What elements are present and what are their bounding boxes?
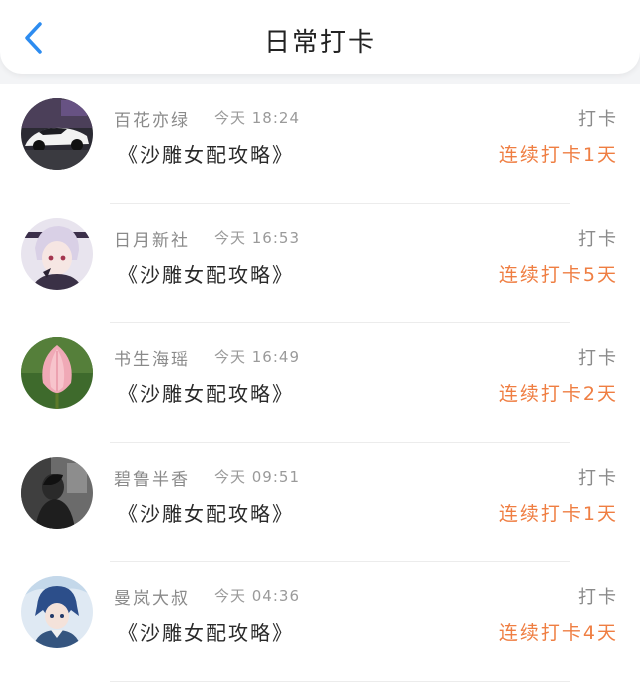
list-item[interactable]: 碧鲁半香 今天 09:51 《沙雕女配攻略》 打卡 连续打卡1天 [0, 442, 640, 562]
user-name: 书生海瑶 [114, 350, 190, 370]
anime-blue-hair-avatar[interactable] [21, 576, 93, 648]
user-name: 碧鲁半香 [114, 469, 190, 490]
user-name: 曼岚大叔 [114, 589, 190, 609]
book-title: 《沙雕女配攻略》 [118, 382, 294, 406]
checkin-button[interactable]: 打卡 [578, 105, 618, 131]
checkin-button[interactable]: 打卡 [578, 464, 618, 490]
list-item[interactable]: 日月新社 今天 16:53 《沙雕女配攻略》 打卡 连续打卡5天 [0, 203, 640, 323]
list-item[interactable]: 百花亦绿 今天 18:24 《沙雕女配攻略》 打卡 连续打卡1天 [0, 84, 640, 204]
checkin-time: 今天 16:49 [214, 348, 300, 366]
user-name: 百花亦绿 [114, 111, 190, 131]
lotus-avatar[interactable] [21, 337, 93, 409]
user-name: 日月新社 [114, 230, 190, 251]
checkin-time: 今天 16:53 [214, 228, 300, 247]
checkin-button[interactable]: 打卡 [578, 583, 618, 609]
checkin-time: 今天 09:51 [214, 467, 300, 486]
checkin-list: 百花亦绿 今天 18:24 《沙雕女配攻略》 打卡 连续打卡1天 日月新社 今天… [0, 84, 640, 682]
header-bar: 日常打卡 [0, 0, 640, 74]
checkin-time: 今天 04:36 [214, 587, 300, 605]
dark-portrait-avatar[interactable] [21, 456, 93, 529]
streak-label: 连续打卡2天 [498, 383, 618, 405]
page-title: 日常打卡 [263, 28, 376, 58]
book-title: 《沙雕女配攻略》 [118, 501, 294, 526]
streak-label: 连续打卡5天 [498, 263, 618, 286]
streak-label: 连续打卡1天 [498, 144, 618, 166]
checkin-time: 今天 18:24 [214, 109, 300, 127]
checkin-button[interactable]: 打卡 [578, 225, 618, 251]
list-item[interactable]: 书生海瑶 今天 16:49 《沙雕女配攻略》 打卡 连续打卡2天 [0, 323, 640, 443]
checkin-button[interactable]: 打卡 [578, 344, 618, 370]
sports-car-avatar[interactable] [21, 98, 93, 170]
anime-boy-avatar[interactable] [21, 217, 93, 290]
book-title: 《沙雕女配攻略》 [118, 262, 294, 287]
list-item[interactable]: 曼岚大叔 今天 04:36 《沙雕女配攻略》 打卡 连续打卡4天 [0, 562, 640, 682]
streak-label: 连续打卡4天 [498, 622, 618, 644]
book-title: 《沙雕女配攻略》 [118, 143, 294, 167]
book-title: 《沙雕女配攻略》 [118, 621, 294, 645]
streak-label: 连续打卡1天 [498, 502, 618, 525]
